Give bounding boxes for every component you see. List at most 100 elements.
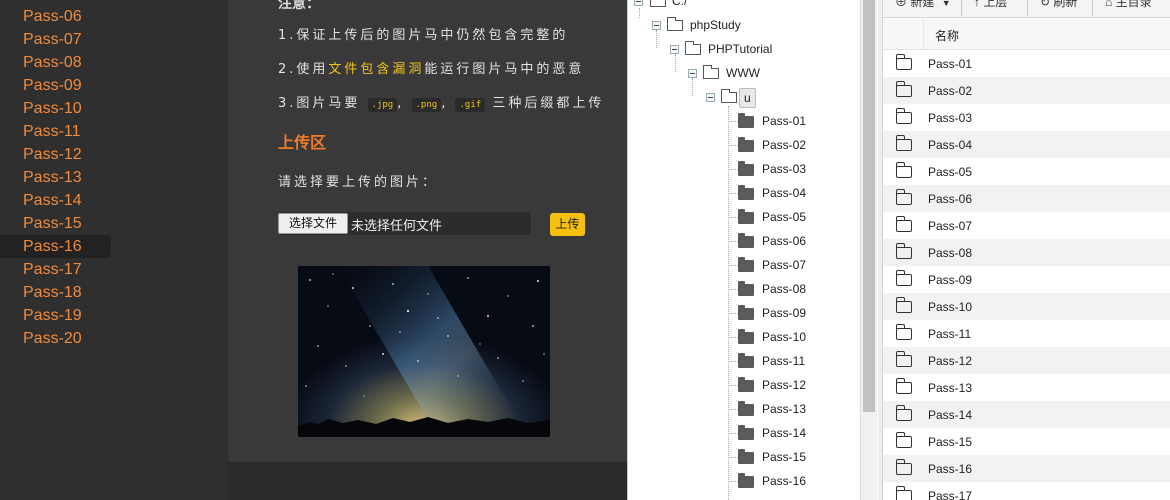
column-name-header[interactable]: 名称 bbox=[935, 27, 959, 44]
sidebar-item-pass-10[interactable]: Pass-10 bbox=[0, 97, 111, 120]
file-row[interactable]: Pass-05 bbox=[883, 158, 1170, 185]
folder-icon bbox=[738, 233, 754, 248]
folder-icon bbox=[738, 161, 754, 176]
file-row-name: Pass-15 bbox=[928, 435, 973, 449]
tree-label-pass: Pass-14 bbox=[762, 426, 807, 440]
tree-label-pass: Pass-06 bbox=[762, 234, 807, 248]
tree-label-u: u bbox=[739, 88, 756, 108]
file-row-name: Pass-06 bbox=[928, 192, 973, 206]
file-row[interactable]: Pass-16 bbox=[883, 455, 1170, 482]
file-row[interactable]: Pass-02 bbox=[883, 77, 1170, 104]
folder-open-icon bbox=[703, 65, 719, 79]
file-input[interactable]: 选择文件 未选择任何文件 bbox=[278, 212, 531, 235]
tree-label-pass: Pass-11 bbox=[762, 354, 806, 368]
tree-scrollbar[interactable] bbox=[860, 0, 877, 500]
file-row-name: Pass-14 bbox=[928, 408, 973, 422]
collapse-toggle-icon[interactable] bbox=[670, 45, 679, 54]
sidebar-item-pass-20[interactable]: Pass-20 bbox=[0, 327, 111, 350]
note-line-3: 3.图片马要 .jpg, .png, .gif 三种后缀都上传 bbox=[278, 92, 604, 112]
sidebar-item-pass-18[interactable]: Pass-18 bbox=[0, 281, 111, 304]
folder-icon bbox=[738, 257, 754, 272]
sidebar-item-pass-15[interactable]: Pass-15 bbox=[0, 212, 111, 235]
refresh-button[interactable]: ↻ 刷新 bbox=[1040, 0, 1077, 11]
file-row-name: Pass-12 bbox=[928, 354, 973, 368]
file-toolbar: ⊕ 新建 ▼ ↑ 上层 ↻ 刷新 ⌂ 主目录 bbox=[883, 0, 1170, 18]
upload-button[interactable]: 上传 bbox=[550, 213, 585, 236]
file-row[interactable]: Pass-12 bbox=[883, 347, 1170, 374]
sidebar-nav: Pass-06 Pass-07 Pass-08 Pass-09 Pass-10 … bbox=[0, 0, 228, 500]
folder-icon bbox=[895, 432, 912, 448]
file-row[interactable]: Pass-04 bbox=[883, 131, 1170, 158]
file-row[interactable]: Pass-11 bbox=[883, 320, 1170, 347]
file-row[interactable]: Pass-15 bbox=[883, 428, 1170, 455]
file-row-name: Pass-01 bbox=[928, 57, 973, 71]
upload-panel: 注意： 1.保证上传后的图片马中仍然包含完整的 2.使用文件包含漏洞能运行图片马… bbox=[228, 0, 628, 462]
refresh-icon: ↻ bbox=[1040, 0, 1051, 9]
ext-separator: , bbox=[441, 96, 449, 111]
folder-open-icon bbox=[650, 0, 666, 7]
folder-icon bbox=[895, 216, 912, 232]
home-label: 主目录 bbox=[1115, 0, 1152, 9]
collapse-toggle-icon[interactable] bbox=[634, 0, 643, 6]
sidebar-item-pass-06[interactable]: Pass-06 bbox=[0, 5, 111, 28]
folder-icon bbox=[738, 353, 754, 368]
sidebar-item-pass-12[interactable]: Pass-12 bbox=[0, 143, 111, 166]
choose-file-button[interactable]: 选择文件 bbox=[278, 213, 348, 234]
tree-label-pass: Pass-02 bbox=[762, 138, 807, 152]
file-row-name: Pass-10 bbox=[928, 300, 973, 314]
folder-icon bbox=[895, 486, 912, 500]
folder-icon bbox=[738, 185, 754, 200]
arrow-up-icon: ↑ bbox=[974, 0, 980, 9]
sidebar-item-pass-13[interactable]: Pass-13 bbox=[0, 166, 111, 189]
note-title: 注意： bbox=[278, 0, 320, 12]
tree-label-pass: Pass-16 bbox=[762, 474, 807, 488]
file-row[interactable]: Pass-17 bbox=[883, 482, 1170, 500]
folder-icon bbox=[738, 305, 754, 320]
folder-icon bbox=[895, 162, 912, 178]
sidebar-item-pass-07[interactable]: Pass-07 bbox=[0, 28, 111, 51]
tree-label-pass: Pass-12 bbox=[762, 378, 807, 392]
sidebar-item-pass-08[interactable]: Pass-08 bbox=[0, 51, 111, 74]
file-row[interactable]: Pass-14 bbox=[883, 401, 1170, 428]
folder-icon bbox=[738, 113, 754, 128]
file-row[interactable]: Pass-09 bbox=[883, 266, 1170, 293]
refresh-label: 刷新 bbox=[1053, 0, 1078, 9]
choose-file-label: 请选择要上传的图片： bbox=[278, 175, 439, 190]
file-row-name: Pass-13 bbox=[928, 381, 973, 395]
file-row-name: Pass-07 bbox=[928, 219, 973, 233]
tree-label-pass: Pass-03 bbox=[762, 162, 807, 176]
ext-jpg: .jpg bbox=[367, 98, 398, 112]
collapse-toggle-icon[interactable] bbox=[706, 93, 715, 102]
file-row[interactable]: Pass-07 bbox=[883, 212, 1170, 239]
folder-open-icon bbox=[721, 89, 737, 103]
folder-icon bbox=[895, 135, 912, 151]
sidebar-item-pass-19[interactable]: Pass-19 bbox=[0, 304, 111, 327]
sidebar-item-pass-17[interactable]: Pass-17 bbox=[0, 258, 111, 281]
home-icon: ⌂ bbox=[1105, 0, 1113, 9]
folder-icon bbox=[738, 329, 754, 344]
folder-icon bbox=[738, 137, 754, 152]
home-button[interactable]: ⌂ 主目录 bbox=[1105, 0, 1152, 11]
sidebar-item-pass-09[interactable]: Pass-09 bbox=[0, 74, 111, 97]
file-row[interactable]: Pass-06 bbox=[883, 185, 1170, 212]
folder-icon bbox=[895, 459, 912, 475]
sidebar-item-pass-16[interactable]: Pass-16 bbox=[0, 235, 111, 258]
new-button[interactable]: ⊕ 新建 ▼ bbox=[895, 0, 951, 11]
sidebar-item-pass-14[interactable]: Pass-14 bbox=[0, 189, 111, 212]
file-row-name: Pass-09 bbox=[928, 273, 973, 287]
collapse-toggle-icon[interactable] bbox=[688, 69, 697, 78]
sidebar-item-pass-11[interactable]: Pass-11 bbox=[0, 120, 111, 143]
file-row[interactable]: Pass-03 bbox=[883, 104, 1170, 131]
up-level-button[interactable]: ↑ 上层 bbox=[974, 0, 1007, 11]
tree-scrollbar-thumb[interactable] bbox=[863, 0, 875, 412]
file-row[interactable]: Pass-01 bbox=[883, 50, 1170, 77]
file-row-name: Pass-04 bbox=[928, 138, 973, 152]
file-row[interactable]: Pass-10 bbox=[883, 293, 1170, 320]
note-line-2-prefix: 2.使用 bbox=[278, 62, 329, 77]
file-row[interactable]: Pass-08 bbox=[883, 239, 1170, 266]
folder-icon bbox=[738, 449, 754, 464]
collapse-toggle-icon[interactable] bbox=[652, 21, 661, 30]
file-row[interactable]: Pass-13 bbox=[883, 374, 1170, 401]
folder-icon bbox=[738, 377, 754, 392]
folder-icon bbox=[895, 81, 912, 97]
